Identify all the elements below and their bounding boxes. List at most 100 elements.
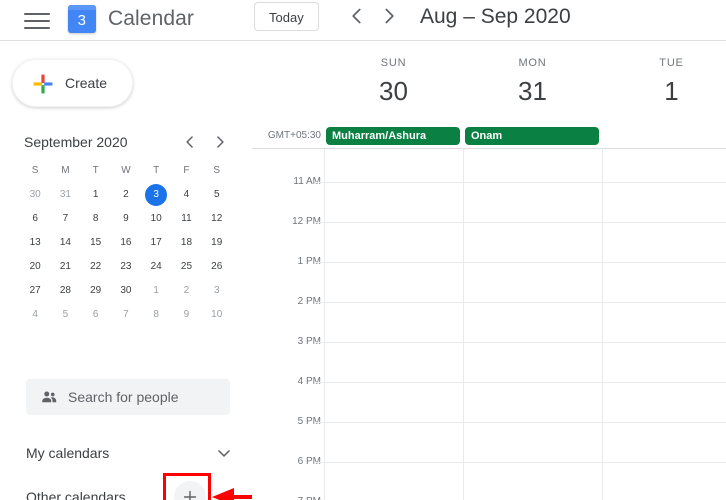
mini-calendar-day[interactable]: 8 [141,303,171,327]
mini-calendar-dow: S [213,165,221,176]
day-number-label: 1 [664,76,679,106]
mini-calendar-day[interactable]: 2 [171,279,201,303]
mini-calendar-day[interactable]: 23 [111,255,141,279]
search-for-people-input[interactable]: Search for people [26,379,230,415]
mini-calendar-day-number: 17 [150,237,162,248]
mini-calendar-day[interactable]: 3 [202,279,232,303]
search-for-people-placeholder: Search for people [68,389,179,405]
day-column-header[interactable]: MON 31 [463,41,602,108]
mini-calendar-day[interactable]: 14 [50,231,80,255]
mini-calendar-week-row: 13 14 15 16 17 18 19 [20,231,232,255]
mini-calendar-week-row: 4 5 6 7 8 9 10 [20,303,232,327]
mini-calendar-day[interactable]: 18 [171,231,201,255]
hamburger-icon[interactable] [24,10,50,30]
mini-calendar-day[interactable]: 17 [141,231,171,255]
mini-calendar-day[interactable]: 4 [20,303,50,327]
hour-gridline [324,262,726,263]
hour-tick [316,422,324,423]
hour-label: 12 PM [292,216,321,227]
mini-calendar-day[interactable]: 10 [202,303,232,327]
mini-calendar-dow-row: SMTWTFS [20,159,232,183]
mini-calendar-day[interactable]: 29 [81,279,111,303]
mini-calendar-day-number: 18 [180,237,193,248]
mini-calendar-day[interactable]: 26 [202,255,232,279]
mini-calendar-day-number: 9 [183,309,190,320]
hamburger-bar [24,13,50,15]
mini-calendar-day[interactable]: 7 [50,207,80,231]
hour-gridline [324,382,726,383]
mini-calendar-prev-icon[interactable] [180,132,200,152]
hour-gridline [324,422,726,423]
mini-calendar-day[interactable]: 31 [50,183,80,207]
calendar-logo-icon[interactable]: 3 [68,5,96,33]
mini-calendar-day-number: 10 [150,213,162,224]
mini-calendar-day[interactable]: 27 [20,279,50,303]
day-column-header[interactable]: TUE 1 [602,41,726,108]
mini-calendar-day[interactable]: 25 [171,255,201,279]
mini-calendar-day[interactable]: 13 [20,231,50,255]
mini-calendar-dow: S [31,165,39,176]
mini-calendar-day-number: 5 [213,189,220,200]
hour-label: 4 PM [297,376,321,387]
mini-calendar-next-icon[interactable] [210,132,230,152]
mini-calendar-day-number: 4 [183,189,190,200]
mini-calendar-day[interactable]: 10 [141,207,171,231]
mini-calendar-day-number: 12 [211,213,223,224]
mini-calendar-day[interactable]: 5 [50,303,80,327]
mini-calendar-day[interactable]: 6 [81,303,111,327]
calendar-app: 3 Calendar Today Aug – Sep 2020 Create S… [0,0,726,500]
mini-calendar-day[interactable]: 9 [111,207,141,231]
all-day-event-chip[interactable]: Muharram/Ashura [326,127,460,145]
hamburger-bar [24,20,50,22]
mini-calendar-day-selected[interactable]: 3 [141,183,171,207]
mini-calendar-day-number: 9 [123,213,129,224]
chevron-down-icon[interactable] [208,437,240,469]
mini-calendar-day[interactable]: 30 [20,183,50,207]
mini-calendar-day[interactable]: 22 [81,255,111,279]
hour-label: 5 PM [297,416,321,427]
create-button[interactable]: Create [12,59,133,107]
mini-calendar-day[interactable]: 4 [171,183,201,207]
mini-calendar-day[interactable]: 30 [111,279,141,303]
app-title: Calendar [108,7,195,30]
mini-calendar-day[interactable]: 2 [111,183,141,207]
mini-calendar-day-number: 1 [92,189,99,200]
mini-calendar-day[interactable]: 15 [81,231,111,255]
mini-calendar-day[interactable]: 5 [202,183,232,207]
mini-calendar-day[interactable]: 24 [141,255,171,279]
hour-tick [316,182,324,183]
mini-calendar-day[interactable]: 21 [50,255,80,279]
hour-gridline [324,342,726,343]
mini-calendar-day-number: 16 [120,237,132,248]
google-plus-icon [33,74,53,94]
next-period-icon[interactable] [376,3,402,29]
mini-calendar-day[interactable]: 1 [81,183,111,207]
mini-calendar-day[interactable]: 11 [171,207,201,231]
mini-calendar-day[interactable]: 20 [20,255,50,279]
previous-period-icon[interactable] [344,3,370,29]
my-calendars-section[interactable]: My calendars [26,437,232,469]
mini-calendar-day[interactable]: 16 [111,231,141,255]
other-calendars-section[interactable]: Other calendars [26,481,232,500]
add-other-calendars-button[interactable] [174,481,206,500]
mini-calendar-day[interactable]: 28 [50,279,80,303]
mini-calendar-day[interactable]: 12 [202,207,232,231]
mini-calendar-day-number: 14 [59,237,71,248]
today-button[interactable]: Today [254,2,319,31]
mini-calendar-day-number: 11 [181,213,192,224]
mini-calendar-day[interactable]: 7 [111,303,141,327]
mini-calendar-day-number: 6 [32,213,38,224]
all-day-event-chip[interactable]: Onam [465,127,599,145]
mini-calendar-dow: F [183,165,190,176]
hour-label: 2 PM [297,296,321,307]
mini-calendar-day[interactable]: 1 [141,279,171,303]
day-column-header[interactable]: SUN 30 [324,41,463,108]
hour-gridline [324,462,726,463]
mini-calendar-day[interactable]: 9 [171,303,201,327]
mini-calendar-day[interactable]: 19 [202,231,232,255]
hour-gridline [324,182,726,183]
mini-calendar-day[interactable]: 8 [81,207,111,231]
mini-calendar-week-row: 30 31 1 2 3 4 5 [20,183,232,207]
mini-calendar-day[interactable]: 6 [20,207,50,231]
mini-calendar-day-number: 21 [59,261,71,272]
